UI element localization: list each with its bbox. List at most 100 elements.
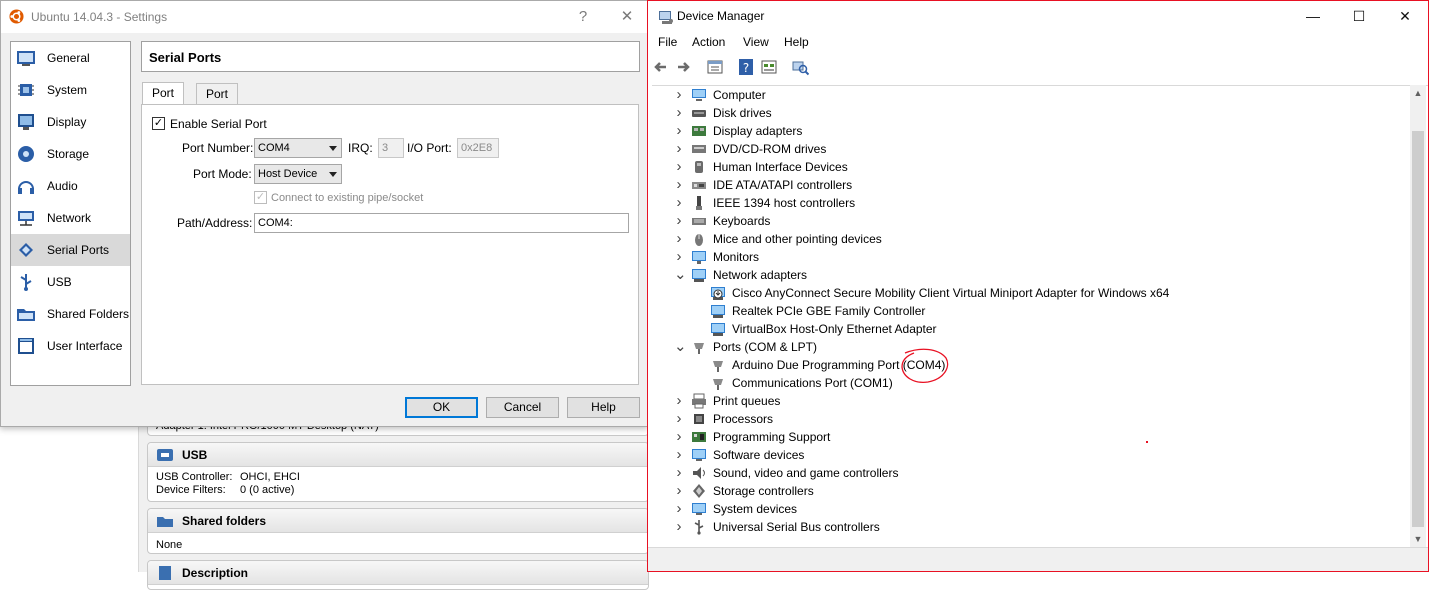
scroll-up-arrow-icon[interactable]: ▲ [1410,85,1426,101]
cancel-button[interactable]: Cancel [486,397,559,418]
tree-category[interactable]: › Processors [652,410,1412,428]
tree-category[interactable]: › Display adapters [652,122,1412,140]
expand-chevron-icon[interactable]: › [674,446,684,464]
expand-chevron-icon[interactable]: › [674,392,684,410]
nav-item-usb[interactable]: USB [11,266,130,298]
help-question-button[interactable]: ? [573,7,593,27]
tab-port-2[interactable]: Port 2 [196,83,239,122]
tree-device[interactable]: Cisco AnyConnect Secure Mobility Client … [652,284,1412,302]
tree-label: Keyboards [713,214,771,228]
tree-device[interactable]: VirtualBox Host-Only Ethernet Adapter [652,320,1412,338]
tree-category[interactable]: › Programming Support [652,428,1412,446]
scan-hardware-icon[interactable] [791,58,809,76]
expand-chevron-icon[interactable]: › [674,176,684,194]
nav-item-audio[interactable]: Audio [11,170,130,202]
tree-category[interactable]: › Software devices [652,446,1412,464]
tree-category[interactable]: › Keyboards [652,212,1412,230]
expand-chevron-icon[interactable]: › [674,212,684,230]
expand-chevron-icon[interactable]: › [674,194,684,212]
tree-device[interactable]: Communications Port (COM1) [652,374,1412,392]
tree-category[interactable]: › Sound, video and game controllers [652,464,1412,482]
ubuntu-logo-icon [9,9,24,24]
port-mode-value: Host Device [258,168,318,180]
serial-ports-icon [19,243,33,257]
ok-button[interactable]: OK [405,397,478,418]
path-address-input[interactable]: COM4: [254,213,629,233]
toolbar: ? [648,54,1428,80]
scroll-down-arrow-icon[interactable]: ▼ [1410,531,1426,547]
maximize-button[interactable]: ☐ [1336,1,1382,32]
show-hide-icon[interactable] [760,58,778,76]
irq-field[interactable]: 3 [378,138,404,158]
tree-category[interactable]: › System devices [652,500,1412,518]
settings-titlebar[interactable]: Ubuntu 14.04.3 - Settings ? ✕ [1,1,647,33]
nav-item-shared-folders[interactable]: Shared Folders [11,298,130,330]
nav-item-storage[interactable]: Storage [11,138,130,170]
expand-chevron-icon[interactable]: › [674,482,684,500]
shared-folders-details-header[interactable]: Shared folders [148,509,648,533]
description-details-header[interactable]: Description [148,561,648,585]
tree-category[interactable]: › Computer [652,86,1412,104]
expand-chevron-icon[interactable]: › [674,410,684,428]
menu-view[interactable]: View [743,35,769,49]
minimize-button[interactable]: — [1290,1,1336,32]
expand-chevron-icon[interactable]: › [674,248,684,266]
device-manager-titlebar[interactable]: Device Manager — ☐ ✕ [648,1,1428,32]
tree-category[interactable]: › IEEE 1394 host controllers [652,194,1412,212]
tree-category[interactable]: ⌄ Ports (COM & LPT) [652,338,1412,356]
usb-details-header[interactable]: USB [148,443,648,467]
port-number-select[interactable]: COM4 [254,138,342,158]
properties-icon[interactable] [706,58,724,76]
tab-port-1[interactable]: Port 1 [142,82,185,121]
expand-chevron-icon[interactable]: › [674,158,684,176]
tree-category[interactable]: › Mice and other pointing devices [652,230,1412,248]
scrollbar-thumb[interactable] [1412,131,1424,527]
tree-category[interactable]: ⌄ Network adapters [652,266,1412,284]
tree-device[interactable]: Realtek PCIe GBE Family Controller [652,302,1412,320]
tree-label: Universal Serial Bus controllers [713,520,880,534]
device-manager-close-button[interactable]: ✕ [1382,1,1428,32]
expand-chevron-icon[interactable]: › [674,122,684,140]
nav-item-system[interactable]: System [11,74,130,106]
expand-chevron-icon[interactable]: › [674,464,684,482]
menu-file[interactable]: File [658,35,677,49]
tree-category[interactable]: › Monitors [652,248,1412,266]
back-icon[interactable] [652,58,670,76]
tree-category[interactable]: › Human Interface Devices [652,158,1412,176]
tree-category[interactable]: › Print queues [652,392,1412,410]
tree-device[interactable]: Arduino Due Programming Port (COM4) [652,356,1412,374]
tree-scrollbar[interactable]: ▲ ▼ [1410,85,1426,547]
tree-category[interactable]: › Disk drives [652,104,1412,122]
connect-existing-pipe-checkbox[interactable]: ✓ [254,191,267,204]
expand-chevron-icon[interactable]: › [674,518,684,536]
enable-serial-port-checkbox[interactable]: ✓ [152,117,165,130]
tree-category[interactable]: › IDE ATA/ATAPI controllers [652,176,1412,194]
settings-close-button[interactable]: ✕ [617,7,637,27]
expand-chevron-icon[interactable]: › [674,230,684,248]
nav-item-network[interactable]: Network [11,202,130,234]
collapse-chevron-icon[interactable]: ⌄ [674,266,687,284]
expand-chevron-icon[interactable]: › [674,86,684,104]
menu-action[interactable]: Action [692,35,725,49]
help-icon[interactable]: ? [737,58,755,76]
nav-item-user-interface[interactable]: User Interface [11,330,130,362]
tree-label: Ports (COM & LPT) [713,340,818,354]
nav-item-label: Display [47,115,87,129]
shared-folders-details-title: Shared folders [182,514,267,528]
port-mode-select[interactable]: Host Device [254,164,342,184]
nav-item-serial-ports[interactable]: Serial Ports [11,234,130,266]
forward-icon[interactable] [674,58,692,76]
expand-chevron-icon[interactable]: › [674,140,684,158]
expand-chevron-icon[interactable]: › [674,500,684,518]
nav-item-display[interactable]: Display [11,106,130,138]
menu-help[interactable]: Help [784,35,809,49]
tree-category[interactable]: › Storage controllers [652,482,1412,500]
tree-category[interactable]: › DVD/CD-ROM drives [652,140,1412,158]
expand-chevron-icon[interactable]: › [674,428,684,446]
help-button[interactable]: Help [567,397,640,418]
tree-category[interactable]: › Universal Serial Bus controllers [652,518,1412,536]
expand-chevron-icon[interactable]: › [674,104,684,122]
io-port-field[interactable]: 0x2E8 [457,138,499,158]
collapse-chevron-icon[interactable]: ⌄ [674,338,687,356]
nav-item-general[interactable]: General [11,42,130,74]
